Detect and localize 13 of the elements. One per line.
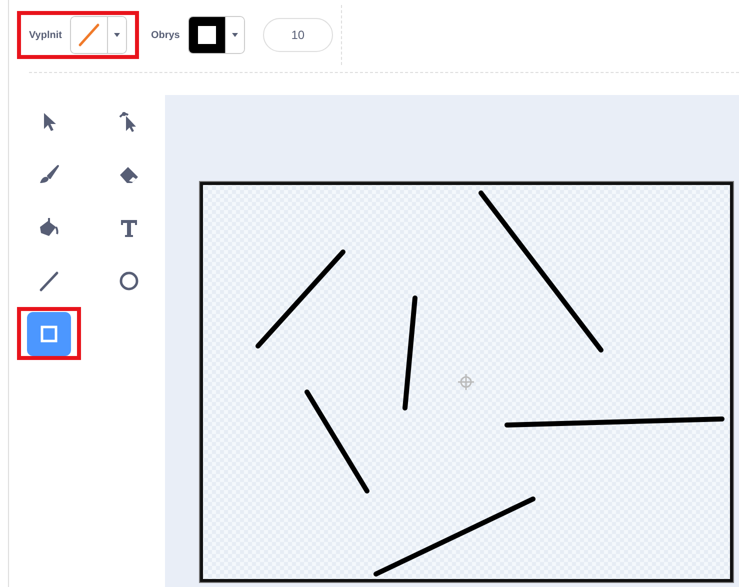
rectangle-tool-button[interactable]: [27, 312, 71, 356]
fill-color-picker[interactable]: [70, 16, 127, 54]
square-icon: [198, 26, 216, 44]
width-field[interactable]: 10: [262, 18, 333, 52]
caret-icon: [232, 33, 238, 37]
fill-label: Vyplnit: [29, 30, 62, 40]
outline-label: Obrys: [150, 30, 180, 40]
line-icon: [37, 268, 61, 292]
no-color-icon: [76, 23, 101, 47]
outline-color-picker[interactable]: [188, 16, 245, 54]
crosshair-icon: [457, 373, 475, 391]
drawing-canvas[interactable]: [200, 182, 733, 582]
caret-icon: [114, 33, 120, 37]
